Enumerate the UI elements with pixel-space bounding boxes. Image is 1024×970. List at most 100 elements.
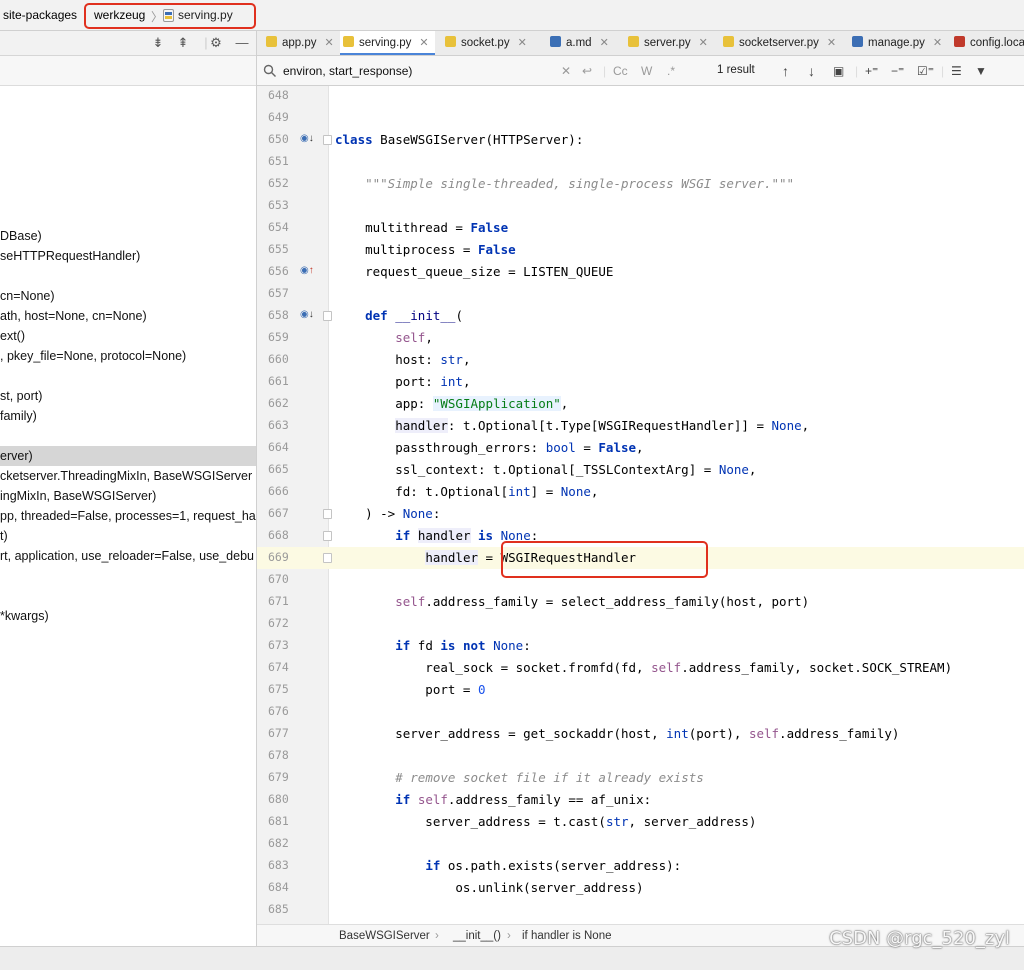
structure-item[interactable]: pp, threaded=False, processes=1, request… [0,506,256,526]
code-line[interactable]: 684 os.unlink(server_address) [257,877,1024,899]
implemented-icon[interactable]: ◉↓ [300,133,314,145]
crumb-method[interactable]: __init__() [453,930,501,942]
code-line[interactable]: 662 app: "WSGIApplication", [257,393,1024,415]
breadcrumb-serving-py[interactable]: serving.py [178,8,233,22]
code-line[interactable]: 652 """Simple single-threaded, single-pr… [257,173,1024,195]
code-line[interactable]: 665 ssl_context: t.Optional[_TSSLContext… [257,459,1024,481]
tab-socketserver-py[interactable]: socketserver.py ✕ [720,31,842,55]
match-case-toggle[interactable]: Cc [613,63,628,79]
code-line[interactable]: 676 [257,701,1024,723]
code-line[interactable]: 681 server_address = t.cast(str, server_… [257,811,1024,833]
close-tab-icon[interactable]: ✕ [325,37,334,49]
tab-manage-py[interactable]: manage.py ✕ [849,31,948,55]
minimize-icon[interactable]: — [234,35,250,51]
code-line[interactable]: 678 [257,745,1024,767]
format-icon[interactable]: ☰ [951,63,962,79]
code-line[interactable]: 663 handler: t.Optional[t.Type[WSGIReque… [257,415,1024,437]
code-line[interactable]: 664 passthrough_errors: bool = False, [257,437,1024,459]
add-selection-icon[interactable]: +⁼ [865,63,878,79]
code-line[interactable]: 651 [257,151,1024,173]
search-input[interactable]: environ, start_response) [283,64,412,78]
code-line[interactable]: 673 if fd is not None: [257,635,1024,657]
clear-search-icon[interactable]: ✕ [561,63,571,79]
structure-item[interactable]: ath, host=None, cn=None) [0,306,256,326]
code-line[interactable]: 674 real_sock = socket.fromfd(fd, self.a… [257,657,1024,679]
close-tab-icon[interactable]: ✕ [699,37,708,49]
tab-socket-py[interactable]: socket.py ✕ [442,31,533,55]
code-line[interactable]: 675 port = 0 [257,679,1024,701]
breadcrumb-site-packages[interactable]: site-packages [3,8,77,22]
tab-serving-py[interactable]: serving.py ✕ [340,31,435,55]
tab-a-md[interactable]: a.md ✕ [547,31,615,55]
select-all-occurrences-icon[interactable]: ▣ [833,63,844,79]
crumb-statement[interactable]: if handler is None [522,930,612,942]
structure-item[interactable] [0,566,256,586]
structure-item[interactable] [0,586,256,606]
structure-item[interactable] [0,426,256,446]
structure-item[interactable]: erver) [0,446,256,466]
fold-marker-icon[interactable] [323,531,332,541]
code-line[interactable]: 660 host: str, [257,349,1024,371]
structure-item[interactable]: seHTTPRequestHandler) [0,246,256,266]
tab-server-py[interactable]: server.py ✕ [625,31,714,55]
structure-item[interactable]: st, port) [0,386,256,406]
code-line[interactable]: 649 [257,107,1024,129]
code-editor[interactable]: 648 649 650 ◉↓ class BaseWSGIServer(HTTPServ… [257,86,1024,924]
overrides-icon[interactable]: ◉↑ [300,265,314,277]
fold-marker-icon[interactable] [323,553,332,563]
structure-item[interactable]: ingMixIn, BaseWSGIServer) [0,486,256,506]
code-line[interactable]: 671 self.address_family = select_address… [257,591,1024,613]
code-line[interactable]: 666 fd: t.Optional[int] = None, [257,481,1024,503]
filter-icon[interactable]: ▼ [975,63,987,79]
crumb-class[interactable]: BaseWSGIServer [339,930,430,942]
code-line[interactable]: 659 self, [257,327,1024,349]
structure-item[interactable]: cn=None) [0,286,256,306]
breadcrumb-werkzeug[interactable]: werkzeug [94,8,145,22]
close-tab-icon[interactable]: ✕ [518,37,527,49]
code-line[interactable]: 653 [257,195,1024,217]
tab-app-py[interactable]: app.py ✕ [263,31,340,55]
close-tab-icon[interactable]: ✕ [419,37,428,49]
arrow-down-icon[interactable]: ↓ [808,63,815,79]
code-line[interactable]: 657 [257,283,1024,305]
code-line[interactable]: 656 ◉↑ request_queue_size = LISTEN_QUEUE [257,261,1024,283]
code-line[interactable]: 680 if self.address_family == af_unix: [257,789,1024,811]
fold-marker-icon[interactable] [323,509,332,519]
whole-words-toggle[interactable]: W [641,63,652,79]
code-line[interactable]: 650 ◉↓ class BaseWSGIServer(HTTPServer): [257,129,1024,151]
structure-item[interactable]: cketserver.ThreadingMixIn, BaseWSGIServe… [0,466,256,486]
structure-item[interactable]: family) [0,406,256,426]
fold-marker-icon[interactable] [323,135,332,145]
regex-toggle[interactable]: .* [667,63,675,79]
structure-item[interactable]: , pkey_file=None, protocol=None) [0,346,256,366]
code-line[interactable]: 672 [257,613,1024,635]
code-line[interactable]: 648 [257,86,1024,107]
collapse-all-icon[interactable]: ⇞ [175,35,191,51]
toggle-selection-icon[interactable]: ☑⁼ [917,63,934,79]
gear-icon[interactable]: ⚙ [208,35,224,51]
code-line[interactable]: 654 multithread = False [257,217,1024,239]
tab-config-loca[interactable]: config.loca [951,31,1024,55]
structure-item[interactable]: *kwargs) [0,606,256,626]
code-line[interactable]: 677 server_address = get_sockaddr(host, … [257,723,1024,745]
code-line[interactable]: 685 [257,899,1024,921]
code-line[interactable]: 679 # remove socket file if it already e… [257,767,1024,789]
structure-item[interactable] [0,366,256,386]
code-line[interactable]: 667 ) -> None: [257,503,1024,525]
remove-selection-icon[interactable]: −⁼ [891,63,904,79]
close-tab-icon[interactable]: ✕ [827,37,836,49]
fold-marker-icon[interactable] [323,311,332,321]
structure-item[interactable]: DBase) [0,226,256,246]
structure-item[interactable]: ext() [0,326,256,346]
expand-all-icon[interactable]: ⇟ [150,35,166,51]
close-tab-icon[interactable]: ✕ [933,37,942,49]
code-line[interactable]: 661 port: int, [257,371,1024,393]
search-icon[interactable] [263,64,277,78]
structure-item[interactable]: rt, application, use_reloader=False, use… [0,546,256,566]
close-tab-icon[interactable]: ✕ [600,37,609,49]
code-line[interactable]: 658 ◉↓ def __init__( [257,305,1024,327]
code-line[interactable]: 655 multiprocess = False [257,239,1024,261]
implemented-icon[interactable]: ◉↓ [300,309,314,321]
new-line-icon[interactable]: ↩ [582,63,592,79]
code-line[interactable]: 682 [257,833,1024,855]
